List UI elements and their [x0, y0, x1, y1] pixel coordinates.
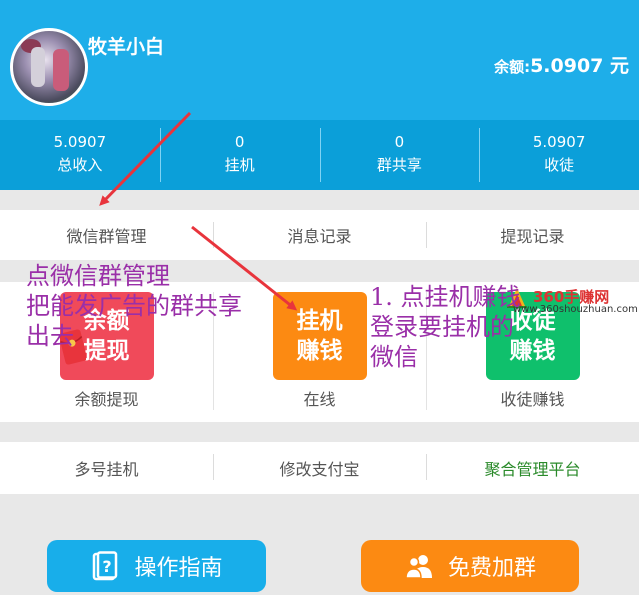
- join-group-button-label: 免费加群: [447, 556, 536, 581]
- username: 牧羊小白: [88, 36, 165, 58]
- menu-message-records[interactable]: 消息记录: [213, 210, 426, 260]
- question-book-icon: ?: [93, 551, 118, 581]
- menu-withdraw-records[interactable]: 提现记录: [426, 210, 639, 260]
- annotation-line: 登录要挂机的: [370, 313, 514, 341]
- stat-total-income[interactable]: 5.0907 总收入: [0, 120, 160, 190]
- stat-value: 5.0907: [532, 133, 586, 151]
- tile-text: 挂机: [296, 308, 343, 334]
- guide-button-label: 操作指南: [134, 556, 223, 581]
- hang-up-earn-tile[interactable]: 挂机 赚钱: [272, 292, 367, 380]
- annotation-right: 1. 点挂机赚钱 登录要挂机的 微信: [370, 282, 521, 372]
- watermark: 360手赚网 www.360shouzhuan.com: [505, 286, 639, 316]
- avatar-photo-shape: [53, 49, 69, 91]
- annotation-line: 点微信群管理: [26, 262, 170, 290]
- join-group-button[interactable]: 免费加群: [361, 540, 579, 592]
- watermark-url: www.360shouzhuan.com: [513, 304, 638, 315]
- stat-label: 挂机: [224, 156, 255, 174]
- menu-wechat-group-management[interactable]: 微信群管理: [0, 210, 213, 260]
- svg-text:?: ?: [103, 557, 112, 576]
- menu-aggregate-platform[interactable]: 聚合管理平台: [426, 442, 639, 494]
- balance-value: 5.0907 元: [530, 55, 629, 77]
- stat-label: 总收入: [57, 156, 103, 174]
- tile-text: 赚钱: [296, 338, 343, 364]
- annotation-left: 点微信群管理 把能发广告的群共享 出去: [26, 261, 242, 351]
- menu-row-1: 微信群管理 消息记录 提现记录: [0, 210, 639, 260]
- stat-value: 5.0907: [53, 133, 107, 151]
- annotation-line: 1. 点挂机赚钱: [370, 283, 521, 311]
- grid-caption: 在线: [303, 390, 336, 409]
- annotation-line: 把能发广告的群共享: [26, 292, 242, 320]
- stat-value: 0: [234, 133, 245, 151]
- balance: 余额:5.0907 元: [494, 51, 629, 78]
- stat-value: 0: [394, 133, 405, 151]
- annotation-line: 出去: [26, 322, 74, 350]
- guide-button[interactable]: ? 操作指南: [47, 540, 266, 592]
- grid-caption: 收徒赚钱: [500, 390, 565, 409]
- stat-label: 收徒: [544, 156, 575, 174]
- menu-multi-account-hang-up[interactable]: 多号挂机: [0, 442, 213, 494]
- avatar-photo-shape: [31, 47, 45, 87]
- stat-hang-up[interactable]: 0 挂机: [159, 120, 320, 190]
- stat-apprentice[interactable]: 5.0907 收徒: [479, 120, 639, 190]
- header: 牧羊小白 余额:5.0907 元: [0, 0, 639, 120]
- avatar[interactable]: [10, 28, 88, 106]
- menu-row-2: 多号挂机 修改支付宝 聚合管理平台: [0, 442, 639, 494]
- stat-group-share[interactable]: 0 群共享: [319, 120, 480, 190]
- stats-bar: 5.0907 总收入 0 挂机 0 群共享 5.0907 收徒: [0, 120, 639, 190]
- annotation-line: 微信: [370, 343, 418, 371]
- users-icon: [405, 555, 432, 579]
- stat-label: 群共享: [376, 156, 422, 174]
- balance-label: 余额:: [494, 58, 531, 76]
- menu-edit-alipay[interactable]: 修改支付宝: [213, 442, 426, 494]
- grid-caption: 余额提现: [74, 390, 139, 409]
